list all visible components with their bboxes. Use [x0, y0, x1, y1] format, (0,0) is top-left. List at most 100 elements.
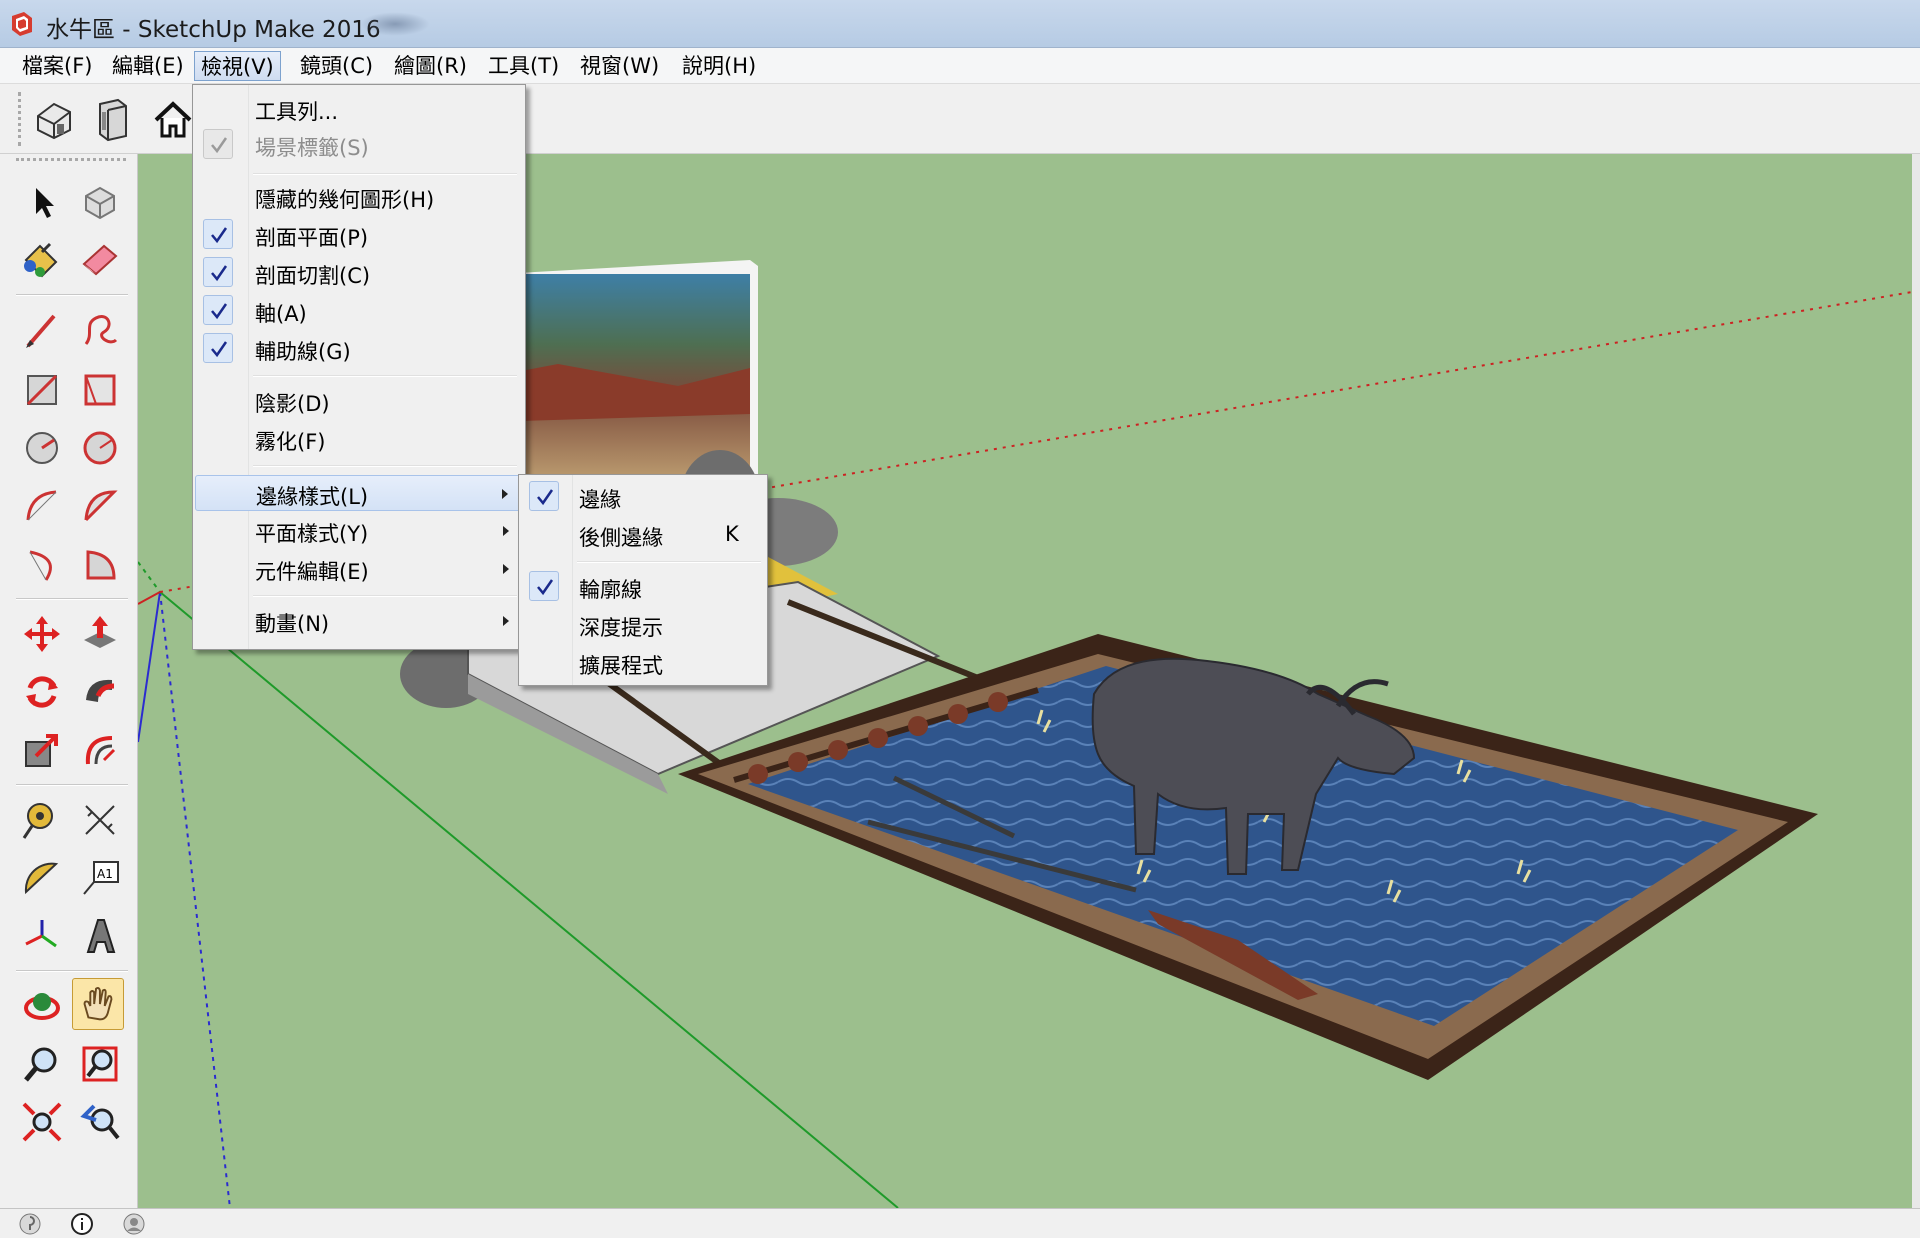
zoom-icon[interactable]: [16, 1038, 68, 1090]
push-pull-icon[interactable]: [74, 608, 126, 660]
menu-file[interactable]: 檔案(F): [16, 51, 98, 81]
previous-view-icon[interactable]: [74, 1096, 126, 1148]
home-icon[interactable]: [148, 94, 198, 144]
eraser-icon[interactable]: [74, 234, 126, 286]
menu-item-label: 邊緣樣式(L): [256, 485, 369, 509]
menu-item-scene-tabs[interactable]: 場景標籤(S): [195, 127, 523, 163]
menu-item-extension[interactable]: 擴展程式: [521, 645, 765, 681]
menu-item-label: 元件編輯(E): [255, 560, 369, 584]
menu-separator: [253, 595, 517, 597]
geo-location-icon[interactable]: [18, 1212, 42, 1236]
submenu-arrow-icon: [503, 564, 509, 574]
arc-icon[interactable]: [16, 480, 68, 532]
pie-icon[interactable]: [74, 538, 126, 590]
svg-text:A1: A1: [97, 867, 113, 881]
check-icon: [529, 571, 559, 601]
title-bar-decoration: [360, 12, 430, 36]
menu-item-label: 後側邊緣: [579, 526, 663, 550]
menu-separator: [253, 465, 517, 467]
menu-item-face-style[interactable]: 平面樣式(Y): [195, 513, 523, 549]
3d-text-icon[interactable]: [74, 910, 126, 962]
text-icon[interactable]: A1: [74, 852, 126, 904]
follow-me-icon[interactable]: [74, 666, 126, 718]
menu-item-shadows[interactable]: 陰影(D): [195, 383, 523, 419]
make-component-icon[interactable]: [74, 176, 126, 228]
two-point-arc-icon[interactable]: [74, 480, 126, 532]
front-view-icon[interactable]: [90, 94, 140, 144]
polygon-icon[interactable]: [74, 422, 126, 474]
menu-window[interactable]: 視窗(W): [574, 51, 665, 81]
menu-item-edges[interactable]: 邊緣: [521, 479, 765, 515]
check-icon: [203, 295, 233, 325]
menu-draw[interactable]: 繪圖(R): [388, 51, 473, 81]
menu-item-depth-cue[interactable]: 深度提示: [521, 607, 765, 643]
title-bar: 水牛區 - SketchUp Make 2016: [0, 0, 1920, 48]
menu-item-animation[interactable]: 動畫(N): [195, 603, 523, 639]
menu-item-label: 陰影(D): [255, 392, 330, 416]
window-title: 水牛區 - SketchUp Make 2016: [46, 17, 381, 43]
tape-measure-icon[interactable]: [16, 794, 68, 846]
scale-icon[interactable]: [16, 724, 68, 776]
rotated-rectangle-icon[interactable]: [74, 364, 126, 416]
menu-item-label: 軸(A): [255, 302, 307, 326]
menu-item-component-edit[interactable]: 元件編輯(E): [195, 551, 523, 587]
select-icon[interactable]: [16, 176, 68, 228]
menu-item-guides[interactable]: 輔助線(G): [195, 331, 523, 367]
menu-help[interactable]: 說明(H): [676, 51, 762, 81]
move-icon[interactable]: [16, 608, 68, 660]
zoom-window-icon[interactable]: [74, 1038, 126, 1090]
toolbar-grip[interactable]: [18, 92, 22, 146]
axes-icon[interactable]: [16, 910, 68, 962]
offset-icon[interactable]: [74, 724, 126, 776]
dimension-icon[interactable]: [74, 794, 126, 846]
check-icon: [203, 257, 233, 287]
three-point-arc-icon[interactable]: [16, 538, 68, 590]
check-icon: [529, 481, 559, 511]
check-icon: [203, 333, 233, 363]
menu-bar: 檔案(F) 編輯(E) 檢視(V) 鏡頭(C) 繪圖(R) 工具(T) 視窗(W…: [0, 48, 1920, 84]
blue-axis: [138, 591, 161, 743]
menu-item-label: 隱藏的幾何圖形(H): [255, 188, 435, 212]
edge-style-submenu: 邊緣 後側邊緣 K 輪廓線 深度提示 擴展程式: [518, 474, 768, 686]
menu-item-hidden-geometry[interactable]: 隱藏的幾何圖形(H): [195, 179, 523, 215]
menu-item-section-cuts[interactable]: 剖面切割(C): [195, 255, 523, 291]
menu-item-profiles[interactable]: 輪廓線: [521, 569, 765, 605]
orbit-icon[interactable]: [16, 980, 68, 1032]
menu-item-edge-style[interactable]: 邊緣樣式(L): [195, 475, 523, 511]
menu-view[interactable]: 檢視(V): [194, 51, 281, 81]
menu-item-label: 邊緣: [579, 488, 621, 512]
circle-icon[interactable]: [16, 422, 68, 474]
menu-edit[interactable]: 編輯(E): [106, 51, 190, 81]
menu-item-section-planes[interactable]: 剖面平面(P): [195, 217, 523, 253]
freehand-icon[interactable]: [74, 304, 126, 356]
menu-item-label: 剖面平面(P): [255, 226, 369, 250]
toolbar-separator: [16, 970, 128, 972]
menu-item-axes[interactable]: 軸(A): [195, 293, 523, 329]
rotate-icon[interactable]: [16, 666, 68, 718]
paint-bucket-icon[interactable]: [16, 234, 68, 286]
menu-item-label: 霧化(F): [255, 430, 326, 454]
menu-item-fog[interactable]: 霧化(F): [195, 421, 523, 457]
user-icon[interactable]: [122, 1212, 146, 1236]
submenu-arrow-icon: [503, 616, 509, 626]
info-icon[interactable]: [70, 1212, 94, 1236]
rectangle-icon[interactable]: [16, 364, 68, 416]
menu-item-back-edges[interactable]: 後側邊緣 K: [521, 517, 765, 553]
menu-camera[interactable]: 鏡頭(C): [294, 51, 379, 81]
pencil-line-icon[interactable]: [16, 304, 68, 356]
red-axis: [138, 591, 161, 605]
pan-tool-button[interactable]: [72, 978, 124, 1030]
toolbar-grip[interactable]: [16, 158, 126, 162]
menu-item-shortcut: K: [725, 522, 739, 546]
check-icon: [203, 129, 233, 159]
view-menu-dropdown: 工具列... 場景標籤(S) 隱藏的幾何圖形(H) 剖面平面(P) 剖面切割(C…: [192, 84, 526, 650]
zoom-extents-icon[interactable]: [16, 1096, 68, 1148]
check-icon: [203, 219, 233, 249]
protractor-icon[interactable]: [16, 852, 68, 904]
iso-view-icon[interactable]: [30, 94, 80, 144]
menu-item-label: 場景標籤(S): [255, 136, 369, 160]
menu-separator: [577, 561, 761, 563]
menu-tools[interactable]: 工具(T): [482, 51, 565, 81]
menu-item-label: 動畫(N): [255, 612, 330, 636]
menu-item-toolbars[interactable]: 工具列...: [195, 91, 523, 127]
